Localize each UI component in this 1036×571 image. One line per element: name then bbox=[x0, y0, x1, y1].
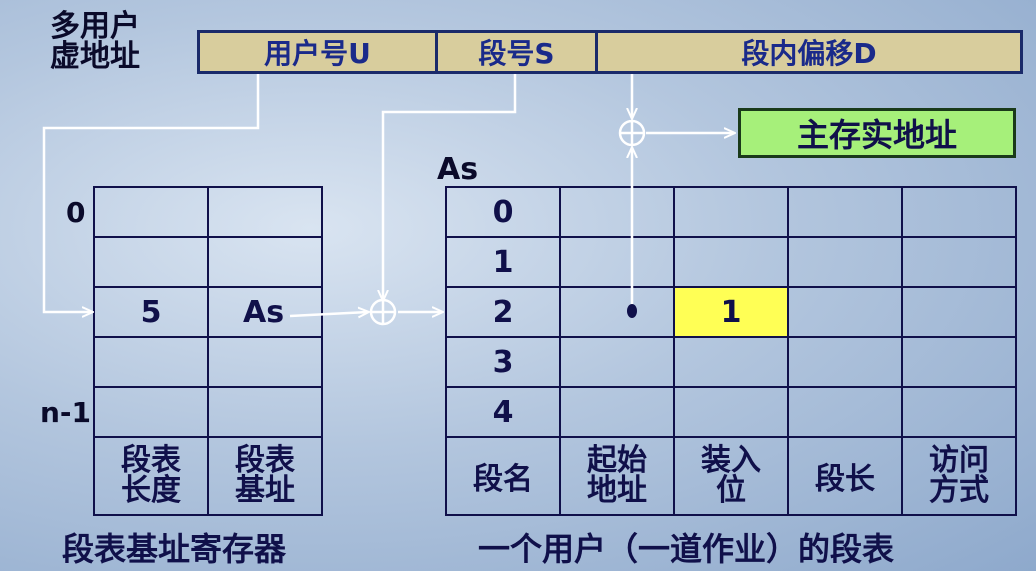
start-address-dot bbox=[627, 304, 637, 318]
adder-symbol-bottom bbox=[369, 298, 397, 326]
adder-symbol-top bbox=[618, 119, 646, 147]
segment-number-arrow bbox=[383, 74, 517, 300]
connector-lines bbox=[42, 74, 1036, 326]
base-to-adder-arrow bbox=[289, 312, 368, 316]
user-number-arrow bbox=[42, 74, 260, 312]
